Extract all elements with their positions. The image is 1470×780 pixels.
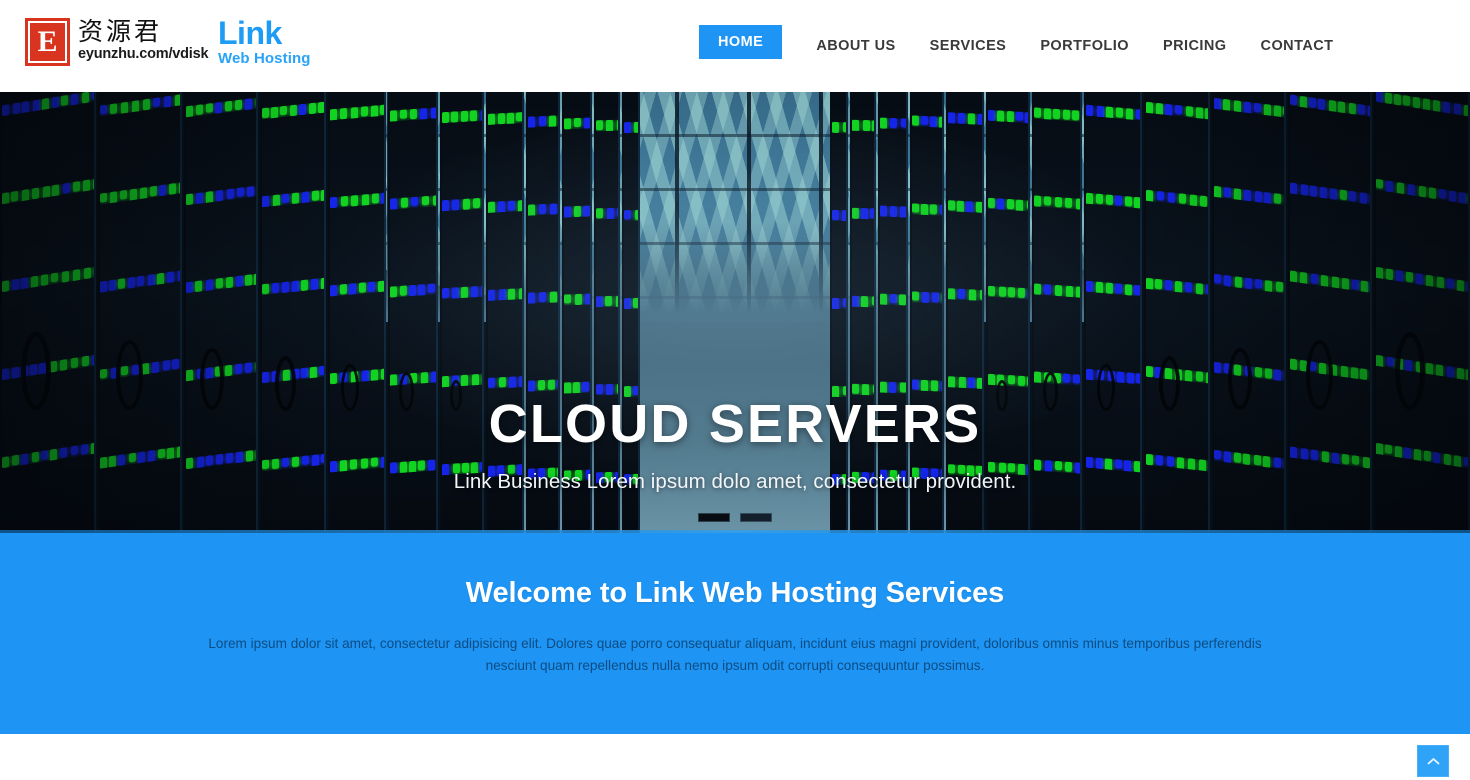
hero-background-image <box>0 92 1470 533</box>
scroll-to-top-button[interactable] <box>1417 745 1449 777</box>
nav-item-portfolio[interactable]: PORTFOLIO <box>1040 38 1129 54</box>
nav-item-about-us[interactable]: ABOUT US <box>816 38 895 54</box>
e-logo-letter: E <box>28 21 67 63</box>
welcome-body-text: Lorem ipsum dolor sit amet, consectetur … <box>190 633 1280 677</box>
site-logo-title: Link <box>218 18 310 48</box>
brand-name-cn: 资源君 <box>78 19 208 45</box>
nav-item-services[interactable]: SERVICES <box>930 38 1007 54</box>
nav-item-home[interactable]: HOME <box>699 25 782 59</box>
chevron-up-icon <box>1427 757 1440 766</box>
site-header: E 资源君 eyunzhu.com/vdisk Link Web Hosting… <box>0 0 1470 92</box>
nav-item-pricing[interactable]: PRICING <box>1163 38 1227 54</box>
brand-text-block: 资源君 eyunzhu.com/vdisk <box>78 18 208 62</box>
site-logo[interactable]: Link Web Hosting <box>218 18 310 67</box>
hero-vignette <box>0 92 1470 533</box>
brand-eyunzhu[interactable]: E 资源君 eyunzhu.com/vdisk <box>25 18 208 66</box>
e-logo-icon: E <box>25 18 70 66</box>
nav-item-contact[interactable]: CONTACT <box>1261 38 1334 54</box>
main-navigation: HOME ABOUT US SERVICES PORTFOLIO PRICING… <box>699 0 1333 92</box>
footer-strip <box>0 734 1470 780</box>
site-logo-subtitle: Web Hosting <box>218 50 310 67</box>
welcome-section: Welcome to Link Web Hosting Services Lor… <box>0 533 1470 734</box>
hero-slider: CLOUD SERVERS Link Business Lorem ipsum … <box>0 92 1470 533</box>
hero-slider-dot-1[interactable] <box>698 513 730 522</box>
brand-url: eyunzhu.com/vdisk <box>78 46 208 62</box>
hero-slider-pagination <box>698 513 772 522</box>
welcome-title: Welcome to Link Web Hosting Services <box>0 577 1470 610</box>
hero-slider-dot-2[interactable] <box>740 513 772 522</box>
